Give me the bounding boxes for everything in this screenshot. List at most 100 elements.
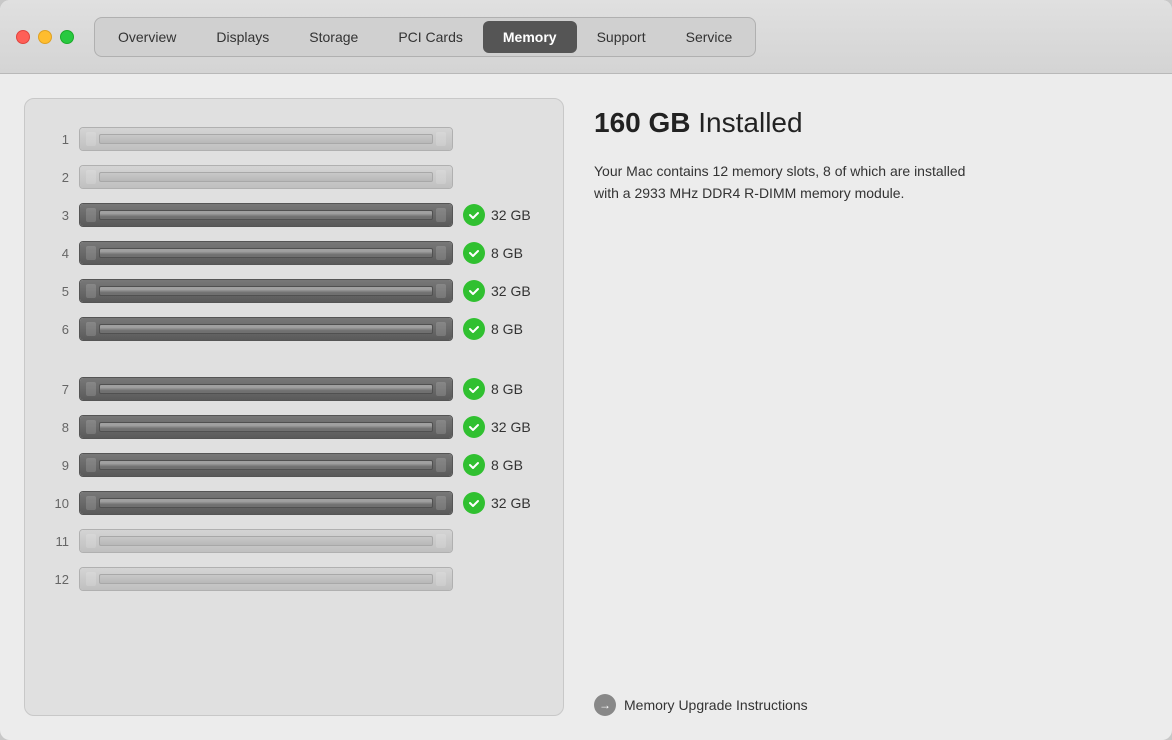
check-icon-4 — [463, 242, 485, 264]
slot-row-3: 3 32 GB — [45, 199, 543, 231]
ram-notch-right-7 — [436, 382, 446, 396]
slot-bar-6 — [79, 317, 453, 341]
slot-number-9: 9 — [45, 458, 69, 473]
slot-number-5: 5 — [45, 284, 69, 299]
slot-size-6: 8 GB — [491, 321, 523, 337]
ram-body-5 — [99, 286, 433, 296]
ram-notch-left-12 — [86, 572, 96, 586]
slot-row-8: 8 32 GB — [45, 411, 543, 443]
memory-slots-panel: 1 2 — [24, 98, 564, 716]
slot-number-8: 8 — [45, 420, 69, 435]
installed-title: 160 GB Installed — [594, 106, 1148, 140]
slot-row-1: 1 — [45, 123, 543, 155]
ram-notch-left-1 — [86, 132, 96, 146]
ram-body-3 — [99, 210, 433, 220]
ram-stick-2 — [80, 166, 452, 188]
slot-bar-12 — [79, 567, 453, 591]
tab-displays[interactable]: Displays — [196, 21, 289, 53]
memory-description: Your Mac contains 12 memory slots, 8 of … — [594, 160, 974, 205]
installed-label-text: Installed — [698, 107, 802, 138]
check-icon-8 — [463, 416, 485, 438]
ram-notch-left-8 — [86, 420, 96, 434]
ram-body-1 — [99, 134, 433, 144]
check-icon-5 — [463, 280, 485, 302]
installed-amount: 160 GB — [594, 107, 691, 138]
check-icon-6 — [463, 318, 485, 340]
slot-badge-9: 8 GB — [463, 454, 543, 476]
slot-badge-7: 8 GB — [463, 378, 543, 400]
info-panel: 160 GB Installed Your Mac contains 12 me… — [594, 98, 1148, 716]
ram-stick-9 — [80, 454, 452, 476]
ram-notch-right-2 — [436, 170, 446, 184]
slot-badge-8: 32 GB — [463, 416, 543, 438]
slot-row-11: 11 — [45, 525, 543, 557]
slot-group-1: 1 2 — [45, 123, 543, 345]
memory-upgrade-link[interactable]: Memory Upgrade Instructions — [594, 694, 1148, 716]
slot-size-5: 32 GB — [491, 283, 531, 299]
check-icon-10 — [463, 492, 485, 514]
ram-body-11 — [99, 536, 433, 546]
slot-bar-5 — [79, 279, 453, 303]
slot-number-3: 3 — [45, 208, 69, 223]
ram-body-9 — [99, 460, 433, 470]
slot-row-2: 2 — [45, 161, 543, 193]
ram-stick-11 — [80, 530, 452, 552]
ram-body-4 — [99, 248, 433, 258]
ram-notch-left-7 — [86, 382, 96, 396]
slot-number-11: 11 — [45, 534, 69, 549]
slot-bar-11 — [79, 529, 453, 553]
ram-notch-right-9 — [436, 458, 446, 472]
ram-notch-right-6 — [436, 322, 446, 336]
check-icon-3 — [463, 204, 485, 226]
ram-notch-right-12 — [436, 572, 446, 586]
traffic-lights — [16, 30, 74, 44]
slot-bar-1 — [79, 127, 453, 151]
ram-notch-right-10 — [436, 496, 446, 510]
ram-notch-left-6 — [86, 322, 96, 336]
ram-body-2 — [99, 172, 433, 182]
ram-stick-12 — [80, 568, 452, 590]
ram-notch-left-3 — [86, 208, 96, 222]
slot-number-12: 12 — [45, 572, 69, 587]
tab-storage[interactable]: Storage — [289, 21, 378, 53]
slot-bar-8 — [79, 415, 453, 439]
tab-memory[interactable]: Memory — [483, 21, 577, 53]
slot-number-2: 2 — [45, 170, 69, 185]
ram-notch-right-3 — [436, 208, 446, 222]
slot-size-7: 8 GB — [491, 381, 523, 397]
slot-size-10: 32 GB — [491, 495, 531, 511]
slot-badge-4: 8 GB — [463, 242, 543, 264]
slot-size-8: 32 GB — [491, 419, 531, 435]
main-window: Overview Displays Storage PCI Cards Memo… — [0, 0, 1172, 740]
ram-stick-6 — [80, 318, 452, 340]
slot-badge-5: 32 GB — [463, 280, 543, 302]
ram-notch-left-10 — [86, 496, 96, 510]
slot-row-9: 9 8 GB — [45, 449, 543, 481]
close-button[interactable] — [16, 30, 30, 44]
ram-notch-right-1 — [436, 132, 446, 146]
ram-body-6 — [99, 324, 433, 334]
content-area: 1 2 — [0, 74, 1172, 740]
ram-body-10 — [99, 498, 433, 508]
slot-badge-6: 8 GB — [463, 318, 543, 340]
slot-bar-4 — [79, 241, 453, 265]
upgrade-icon — [594, 694, 616, 716]
ram-stick-4 — [80, 242, 452, 264]
slot-number-4: 4 — [45, 246, 69, 261]
minimize-button[interactable] — [38, 30, 52, 44]
tab-support[interactable]: Support — [577, 21, 666, 53]
ram-notch-right-5 — [436, 284, 446, 298]
check-icon-9 — [463, 454, 485, 476]
slot-row-10: 10 32 GB — [45, 487, 543, 519]
slot-bar-9 — [79, 453, 453, 477]
ram-notch-left-9 — [86, 458, 96, 472]
slot-badge-10: 32 GB — [463, 492, 543, 514]
tab-service[interactable]: Service — [666, 21, 753, 53]
slot-bar-7 — [79, 377, 453, 401]
tab-overview[interactable]: Overview — [98, 21, 196, 53]
ram-notch-right-8 — [436, 420, 446, 434]
maximize-button[interactable] — [60, 30, 74, 44]
tab-pci-cards[interactable]: PCI Cards — [378, 21, 483, 53]
slot-row-5: 5 32 GB — [45, 275, 543, 307]
slot-size-4: 8 GB — [491, 245, 523, 261]
